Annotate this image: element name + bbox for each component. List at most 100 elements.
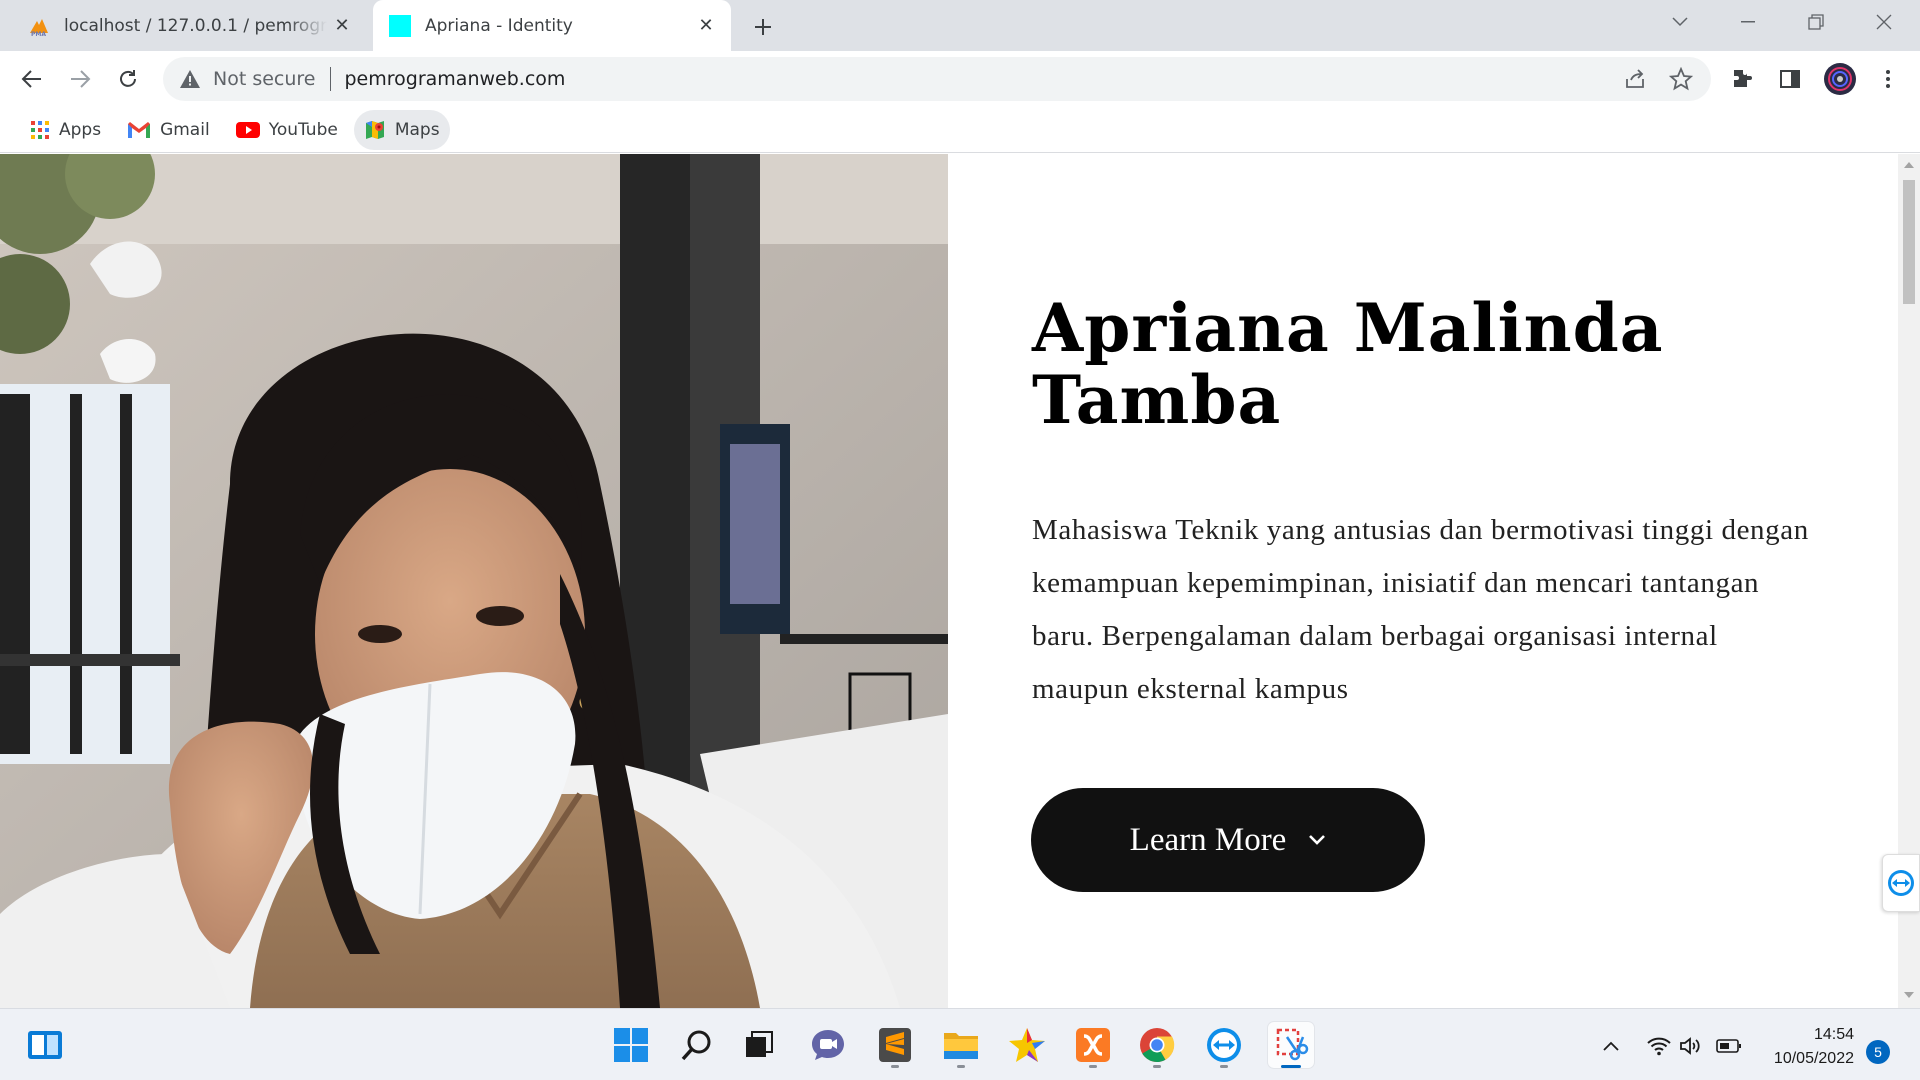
search-icon (681, 1030, 711, 1061)
chevron-down-icon (1309, 835, 1326, 845)
profile-photo (0, 154, 948, 1008)
tab-search-button[interactable] (1650, 0, 1710, 44)
running-indicator (957, 1065, 965, 1068)
tab-phpmyadmin[interactable]: PMA localhost / 127.0.0.1 / pemrograman … (0, 0, 367, 51)
browser-toolbar: Not secure pemrogramanweb.com (0, 51, 1920, 107)
restore-icon (1808, 14, 1824, 30)
chat-icon (812, 1030, 844, 1060)
chrome-button[interactable] (1134, 1022, 1180, 1068)
volume-status[interactable] (1678, 1033, 1704, 1059)
snipping-tool-icon (1276, 1028, 1309, 1061)
bookmark-maps[interactable]: Maps (353, 109, 450, 150)
widgets-button[interactable] (22, 1022, 68, 1068)
bookmark-apps[interactable]: Apps (20, 110, 111, 150)
system-clock[interactable]: 14:54 10/05/2022 (1754, 1023, 1854, 1071)
tab-strip: PMA localhost / 127.0.0.1 / pemrograman … (0, 0, 1920, 51)
battery-status[interactable] (1716, 1033, 1742, 1059)
learn-more-label: Learn More (1129, 821, 1287, 858)
running-indicator (891, 1065, 899, 1068)
tab-title: Apriana - Identity (425, 15, 573, 36)
back-button[interactable] (12, 59, 52, 99)
svg-text:PMA: PMA (31, 31, 46, 37)
arrow-left-icon (21, 70, 41, 88)
security-label[interactable]: Not secure (213, 68, 316, 90)
running-indicator (1089, 1065, 1097, 1068)
windows-taskbar: 14:54 10/05/2022 5 (0, 1008, 1920, 1080)
search-button[interactable] (674, 1022, 720, 1068)
gmail-icon (128, 121, 151, 138)
show-hidden-icons-button[interactable] (1598, 1033, 1624, 1059)
warning-icon[interactable] (179, 68, 201, 90)
learn-more-button[interactable]: Learn More (1031, 788, 1425, 892)
file-explorer-button[interactable] (938, 1022, 984, 1068)
chevron-up-icon (1603, 1041, 1619, 1051)
close-window-button[interactable] (1854, 0, 1914, 44)
scroll-down-arrow[interactable] (1904, 992, 1914, 998)
teamviewer-icon (1888, 870, 1914, 896)
more-vertical-icon[interactable] (1876, 67, 1900, 91)
restore-button[interactable] (1786, 0, 1846, 44)
snipping-tool-button[interactable] (1268, 1022, 1314, 1068)
teamviewer-icon (1207, 1028, 1241, 1062)
tab-apriana-identity[interactable]: Apriana - Identity ✕ (373, 0, 731, 51)
speaker-icon (1680, 1037, 1700, 1055)
apps-grid-icon (31, 120, 49, 139)
chat-button[interactable] (805, 1022, 851, 1068)
bookmarks-bar: Apps Gmail YouTube Maps (0, 107, 1920, 153)
xampp-button[interactable] (1070, 1022, 1116, 1068)
bookmark-youtube[interactable]: YouTube (226, 110, 348, 150)
active-indicator (1281, 1065, 1301, 1068)
widgets-icon (28, 1031, 62, 1059)
sublime-text-button[interactable] (872, 1022, 918, 1068)
bookmark-star-icon[interactable] (1669, 67, 1693, 91)
battery-icon (1716, 1039, 1741, 1053)
bookmark-label: Gmail (160, 119, 210, 140)
scroll-up-arrow[interactable] (1904, 162, 1914, 168)
sublime-text-icon (879, 1028, 911, 1062)
profile-avatar[interactable] (1824, 63, 1856, 95)
task-view-icon (746, 1031, 773, 1057)
reload-icon (120, 70, 136, 87)
side-panel-icon[interactable] (1778, 67, 1802, 91)
running-indicator (1220, 1065, 1228, 1068)
portrait-image (0, 154, 948, 1008)
close-icon[interactable]: ✕ (691, 11, 721, 41)
xampp-icon (1076, 1028, 1110, 1062)
wifi-status[interactable] (1646, 1033, 1672, 1059)
new-tab-button[interactable] (746, 10, 780, 44)
minimize-button[interactable] (1718, 0, 1778, 44)
hero-description: Mahasiswa Teknik yang antusias dan bermo… (1032, 514, 1809, 705)
web-page: Apriana Malinda Tamba Mahasiswa Teknik y… (0, 154, 1898, 1008)
maps-icon (365, 120, 384, 139)
clock-time: 14:54 (1813, 1026, 1854, 1043)
clock-date: 10/05/2022 (1773, 1050, 1854, 1067)
file-explorer-icon (944, 1033, 978, 1059)
teamviewer-button[interactable] (1201, 1022, 1247, 1068)
running-indicator (1153, 1065, 1161, 1068)
extensions-icon[interactable] (1730, 67, 1754, 91)
minimize-icon (1741, 21, 1755, 23)
scroll-thumb[interactable] (1903, 180, 1915, 304)
share-icon[interactable] (1623, 67, 1647, 91)
chevron-down-icon (1672, 17, 1688, 27)
arrow-right-icon (71, 70, 91, 88)
bookmark-gmail[interactable]: Gmail (117, 110, 220, 150)
bookmark-label: YouTube (268, 119, 338, 140)
start-button[interactable] (608, 1022, 654, 1068)
wifi-icon (1647, 1037, 1671, 1056)
close-icon (1876, 14, 1892, 30)
url-text[interactable]: pemrogramanweb.com (345, 68, 566, 90)
notification-badge[interactable]: 5 (1866, 1040, 1890, 1064)
youtube-icon (235, 121, 260, 138)
task-view-button[interactable] (736, 1022, 782, 1068)
close-icon[interactable]: ✕ (327, 11, 357, 41)
reload-button[interactable] (108, 59, 148, 99)
star-app-button[interactable] (1004, 1022, 1050, 1068)
star-app-icon (1009, 1028, 1045, 1062)
plus-icon (755, 19, 771, 35)
avatar-icon (1828, 67, 1852, 91)
forward-button[interactable] (60, 59, 100, 99)
address-bar[interactable]: Not secure pemrogramanweb.com (163, 57, 1711, 101)
tab-title: localhost / 127.0.0.1 / pemrograman (64, 15, 327, 36)
teamviewer-quick-widget[interactable] (1882, 854, 1920, 912)
